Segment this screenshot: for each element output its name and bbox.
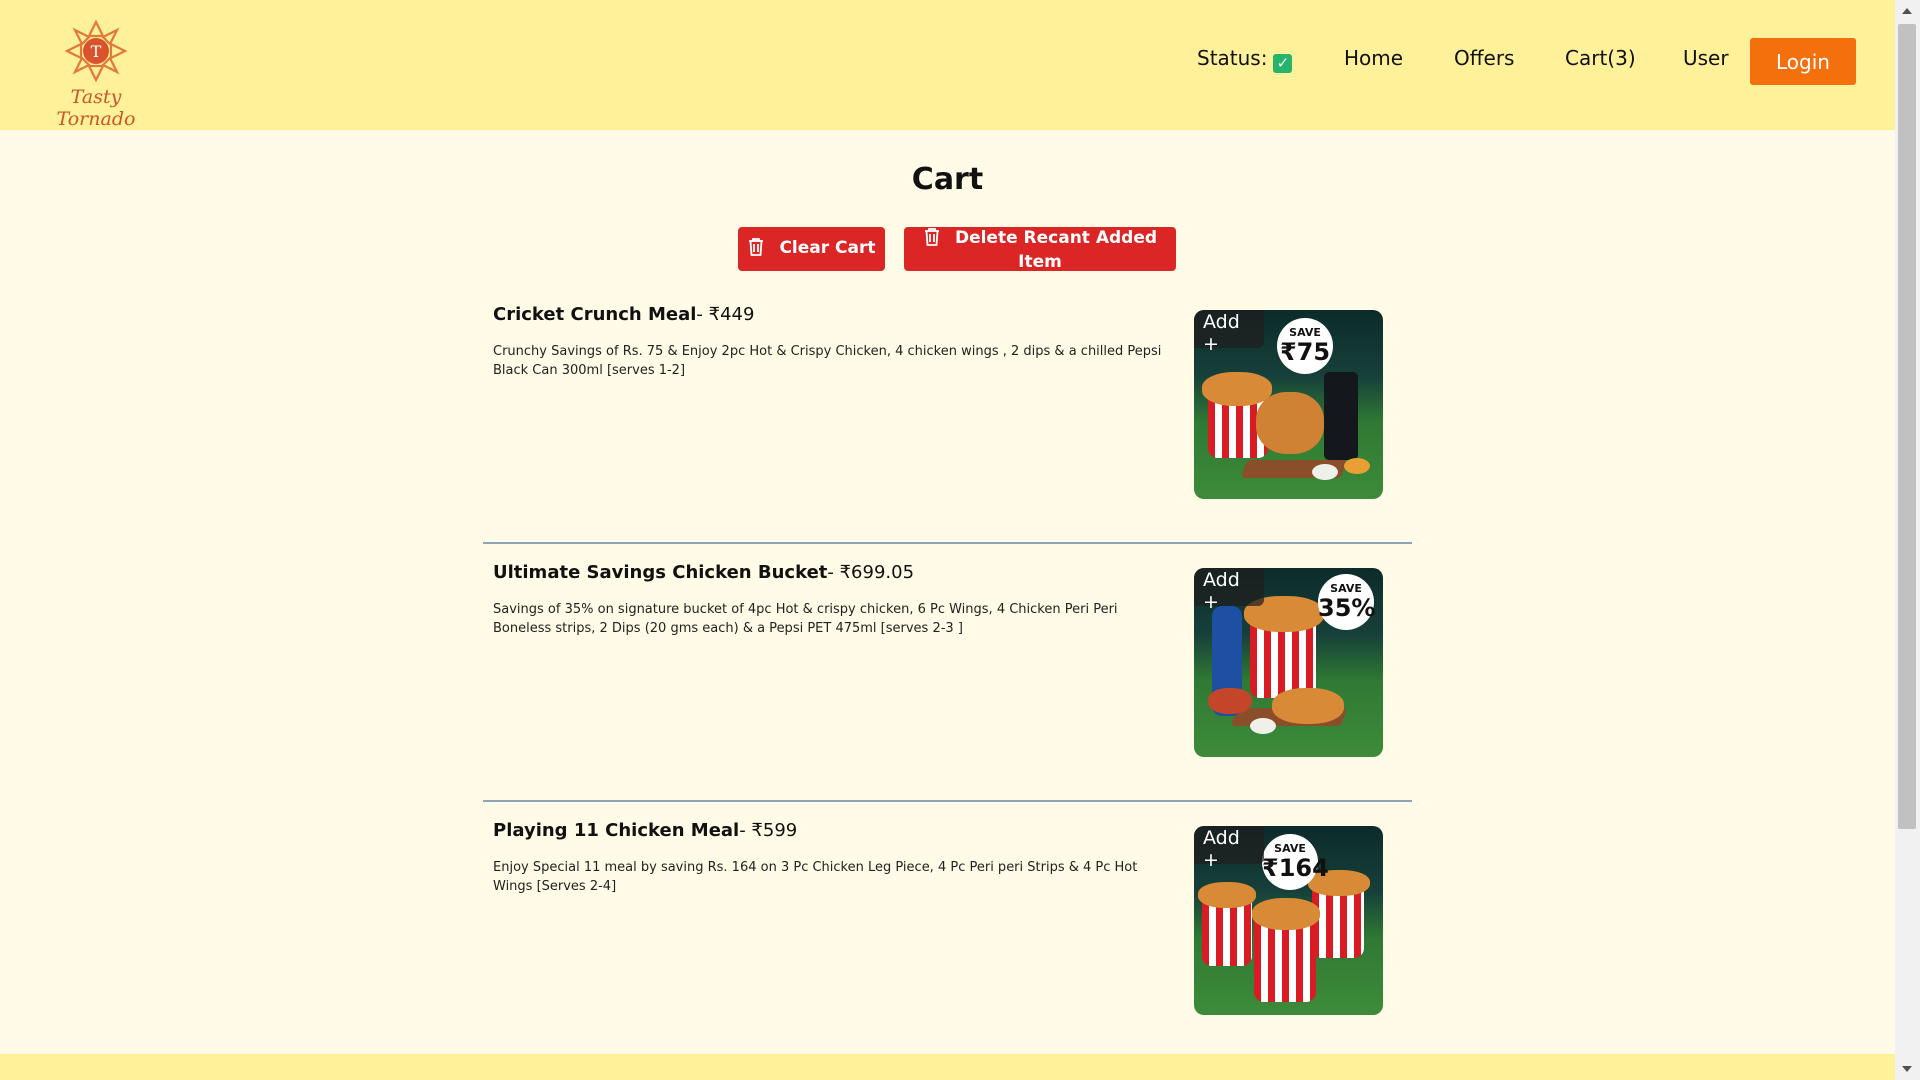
clear-cart-button[interactable]: Clear Cart (738, 227, 885, 271)
scrollbar-thumb[interactable] (1898, 24, 1916, 829)
scroll-down-arrow-icon[interactable] (1902, 1066, 1912, 1072)
brand-logo[interactable]: T Tasty Tornado (36, 16, 156, 130)
vertical-scrollbar[interactable] (1895, 0, 1920, 1080)
scroll-up-arrow-icon[interactable] (1902, 8, 1912, 14)
login-button[interactable]: Login (1750, 38, 1856, 85)
item-title: Ultimate Savings Chicken Bucket- ₹699.05 (493, 562, 915, 583)
save-badge: SAVE ₹164 (1262, 834, 1329, 890)
header: T Tasty Tornado Status: ✓ Home Offers Car… (0, 0, 1895, 130)
item-image: SAVE ₹75 Add + (1194, 310, 1383, 499)
item-image: SAVE 35% Add + (1194, 568, 1383, 757)
nav-cart-link[interactable]: Cart(3) (1565, 46, 1636, 70)
delete-recent-item-label: Delete Recant Added Item (954, 228, 1158, 272)
item-price: - ₹699.05 (827, 562, 915, 583)
save-badge: SAVE ₹75 (1277, 318, 1333, 374)
item-title: Playing 11 Chicken Meal- ₹599 (493, 820, 798, 841)
page-title: Cart (911, 162, 984, 197)
nav-user-link[interactable]: User (1683, 46, 1729, 70)
cart-item: Ultimate Savings Chicken Bucket- ₹699.05… (483, 542, 1412, 802)
item-title: Cricket Crunch Meal- ₹449 (493, 304, 755, 325)
trash-icon (747, 237, 765, 262)
footer (0, 1054, 1895, 1080)
cart-item: Cricket Crunch Meal- ₹449 Crunchy Saving… (483, 284, 1412, 544)
add-item-button[interactable]: Add + (1194, 568, 1264, 613)
nav-offers-link[interactable]: Offers (1454, 46, 1514, 70)
delete-recent-item-button[interactable]: Delete Recant Added Item (904, 227, 1176, 272)
item-description: Savings of 35% on signature bucket of 4p… (493, 602, 1118, 636)
item-price: - ₹449 (696, 304, 755, 325)
save-badge: SAVE 35% (1318, 574, 1375, 630)
clear-cart-label: Clear Cart (779, 237, 876, 258)
item-image: SAVE ₹164 Add + (1194, 826, 1383, 1015)
status-label: Status: (1197, 46, 1268, 70)
add-item-button[interactable]: Add + (1194, 826, 1264, 871)
cart-item: Playing 11 Chicken Meal- ₹599 Enjoy Spec… (483, 800, 1412, 1060)
tornado-pizza-logo-icon: T (64, 19, 128, 83)
status-indicator: Status: ✓ (1197, 46, 1293, 73)
svg-text:T: T (91, 42, 102, 61)
item-description: Crunchy Savings of Rs. 75 & Enjoy 2pc Ho… (493, 344, 1162, 378)
checkbox-checked-icon: ✓ (1273, 54, 1293, 73)
add-item-button[interactable]: Add + (1194, 310, 1264, 355)
brand-name: Tasty Tornado (56, 86, 136, 130)
item-price: - ₹599 (739, 820, 798, 841)
trash-icon (923, 227, 941, 252)
item-description: Enjoy Special 11 meal by saving Rs. 164 … (493, 860, 1138, 894)
nav-home-link[interactable]: Home (1344, 46, 1403, 70)
